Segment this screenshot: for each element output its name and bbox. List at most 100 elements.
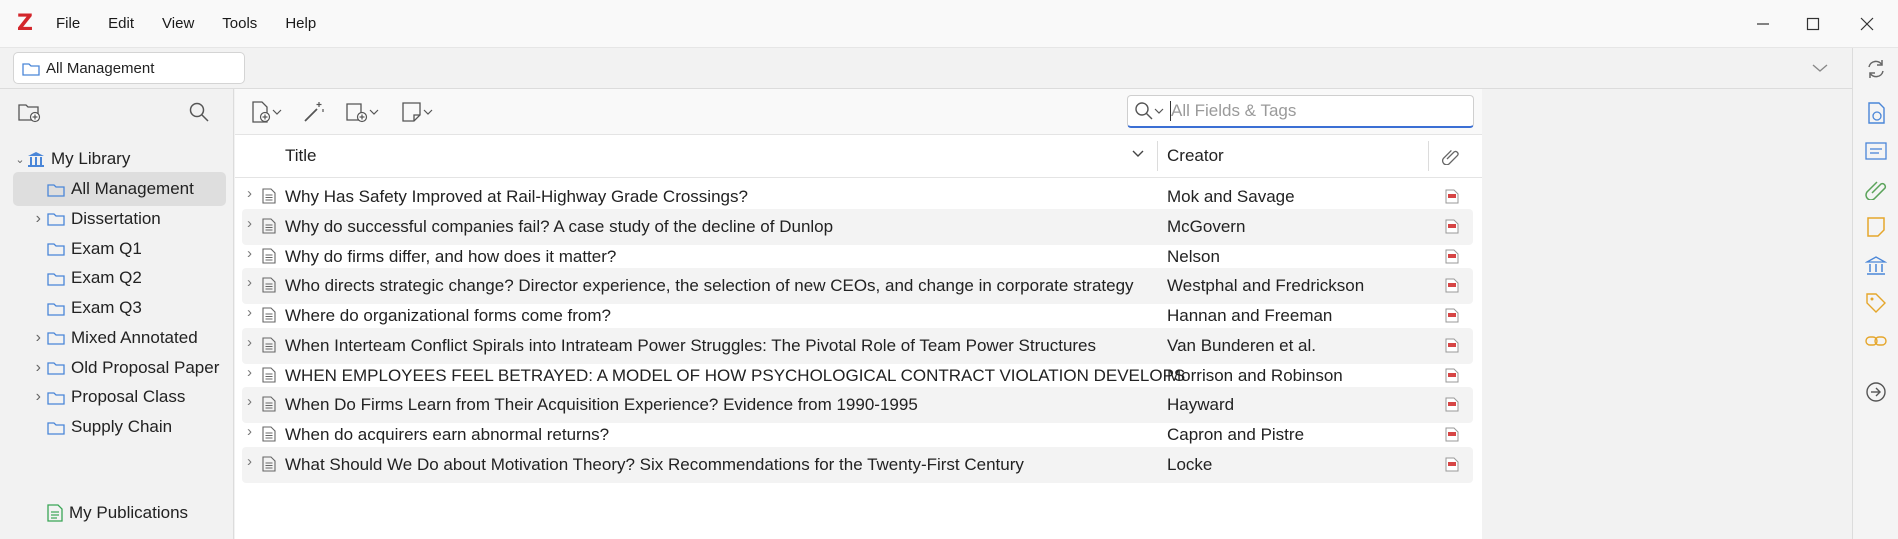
column-creator[interactable]: Creator [1167,146,1224,166]
item-creator: Hayward [1167,395,1235,415]
collection-label: Proposal Class [71,387,186,407]
item-title: When Interteam Conflict Spirals into Int… [285,335,1097,355]
search-mode-button[interactable] [1134,101,1164,121]
pdf-icon[interactable] [1445,397,1459,412]
abstract-icon [1865,142,1887,160]
table-row[interactable]: › What Should We Do about Motivation Theo… [242,446,1473,483]
add-attachment-button[interactable] [345,100,379,124]
chevron-right-icon[interactable]: › [13,388,47,406]
chevron-right-icon[interactable]: › [247,245,252,262]
attachments-section-button[interactable] [1864,177,1888,201]
add-by-identifier-button[interactable] [302,100,326,124]
pdf-icon[interactable] [1445,338,1459,353]
menu-tools[interactable]: Tools [208,0,271,48]
pdf-icon[interactable] [1445,308,1459,323]
folder-icon [47,273,65,286]
library-icon [1865,256,1887,275]
collection-search-button[interactable] [188,101,210,128]
locate-button[interactable] [1864,380,1888,404]
item-creator: Westphal and Fredrickson [1167,276,1365,296]
my-publications-row[interactable]: My Publications [13,496,226,530]
item-creator: Mok and Savage [1167,187,1295,206]
note-icon [402,102,421,122]
new-collection-icon [18,104,41,123]
menu-view[interactable]: View [148,0,208,48]
library-tab-label: All Management [46,59,155,77]
maximize-icon [1806,17,1820,31]
pdf-icon[interactable] [1445,457,1459,472]
menu-bar: Z File Edit View Tools Help [0,0,1898,48]
new-item-button[interactable] [250,100,282,124]
chevron-right-icon[interactable]: › [247,334,252,351]
pdf-icon[interactable] [1445,189,1459,204]
paperclip-icon [1865,181,1887,200]
menu-edit[interactable]: Edit [94,0,148,48]
chevron-down-icon[interactable]: ⌄ [13,153,27,166]
paperclip-icon[interactable] [1441,147,1459,165]
pdf-icon[interactable] [1445,278,1459,293]
chevron-right-icon[interactable]: › [247,215,252,232]
document-icon [262,396,276,412]
collections-pane: ⌄ My Library All Management › Dissertation… [0,89,234,539]
collection-item[interactable]: Exam Q3 [13,291,226,325]
search-box [1127,95,1474,128]
folder-icon [47,392,65,405]
chevron-right-icon[interactable]: › [13,210,47,228]
sort-chevron-icon[interactable] [1132,149,1144,159]
item-title: Why Has Safety Improved at Rail-Highway … [285,187,748,206]
maximize-button[interactable] [1788,0,1838,48]
collection-item[interactable]: Supply Chain [13,410,226,444]
my-library-row[interactable]: ⌄ My Library [13,142,226,176]
new-note-button[interactable] [401,100,433,124]
chevron-right-icon[interactable]: › [247,453,252,470]
collection-label: Mixed Annotated [71,327,198,347]
document-icon [262,247,276,264]
pdf-icon[interactable] [1445,427,1459,442]
close-button[interactable] [1842,0,1892,48]
info-section-button[interactable] [1864,101,1888,125]
item-title: What Should We Do about Motivation Theor… [285,454,1024,474]
column-title[interactable]: Title [285,146,317,166]
library-icon [28,152,44,167]
my-library-label: My Library [51,149,131,168]
notes-section-button[interactable] [1864,215,1888,239]
libraries-collections-section-button[interactable] [1864,253,1888,277]
close-icon [1860,17,1874,31]
new-collection-button[interactable] [18,101,42,128]
chevron-right-icon[interactable]: › [247,274,252,291]
collection-item[interactable]: › Mixed Annotated [13,321,226,355]
abstract-section-button[interactable] [1864,139,1888,163]
sync-button[interactable] [1864,57,1888,81]
item-creator: McGovern [1167,216,1246,236]
chevron-down-icon[interactable] [1810,58,1830,78]
search-input[interactable] [1171,101,1461,121]
chevron-right-icon[interactable]: › [247,423,252,440]
folder-icon [47,302,65,316]
pdf-icon[interactable] [1445,249,1459,264]
items-pane: Title Creator › Why Has Safety Improved a… [235,89,1482,539]
minimize-button[interactable] [1738,0,1788,48]
collection-item[interactable]: › Dissertation [13,202,226,236]
chevron-right-icon[interactable]: › [247,364,252,381]
pdf-icon[interactable] [1445,219,1459,234]
zotero-logo: Z [17,11,33,36]
items-toolbar [235,89,1482,135]
info-icon [1868,102,1885,124]
chevron-right-icon[interactable]: › [13,329,47,347]
minimize-icon [1757,23,1769,25]
library-tab[interactable]: All Management [13,52,245,84]
chevron-right-icon[interactable]: › [247,304,252,321]
chevron-right-icon[interactable]: › [247,185,252,202]
tags-section-button[interactable] [1864,291,1888,315]
zotero-window: Z File Edit View Tools Help All Manageme… [0,0,1898,539]
chevron-right-icon[interactable]: › [13,359,47,377]
pdf-icon[interactable] [1445,368,1459,383]
menu-help[interactable]: Help [271,0,330,48]
collection-label: Supply Chain [71,417,173,436]
collection-item[interactable]: All Management [13,172,226,206]
item-title: Why do successful companies fail? A case… [285,216,834,236]
locate-icon [1866,382,1886,402]
chevron-right-icon[interactable]: › [247,393,252,410]
menu-file[interactable]: File [50,0,94,48]
related-section-button[interactable] [1864,329,1888,353]
